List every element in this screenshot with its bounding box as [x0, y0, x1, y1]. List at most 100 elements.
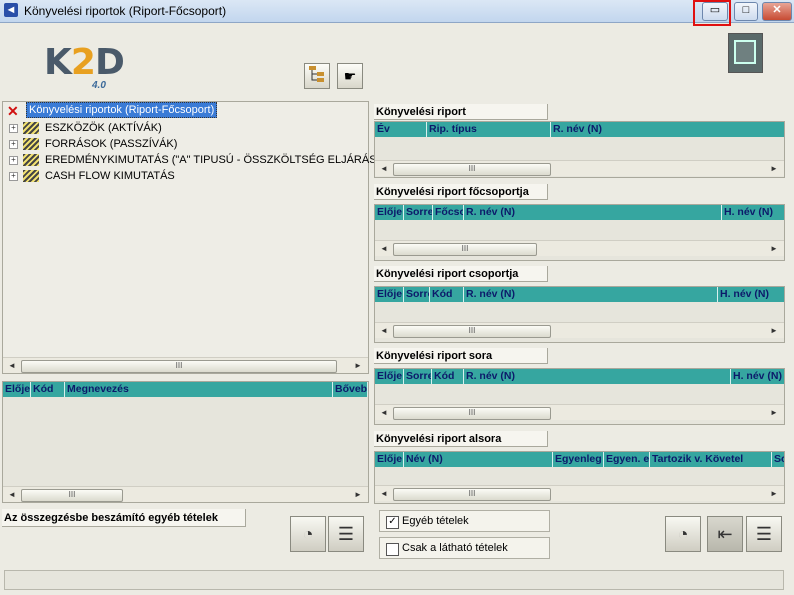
scroll-left-icon[interactable]: ◄	[377, 324, 391, 338]
logo-version: 4.0	[92, 80, 106, 91]
column-header[interactable]: Elője	[375, 369, 404, 384]
scroll-thumb[interactable]: III	[21, 489, 123, 502]
grid-scrollbar[interactable]: ◄ III ►	[375, 485, 784, 501]
report-grid[interactable]: Elője Sorre Főcso R. név (N) H. név (N) …	[374, 204, 785, 261]
column-header[interactable]: Év	[375, 122, 427, 137]
scroll-right-icon[interactable]: ►	[767, 487, 781, 501]
export-icon	[734, 40, 756, 64]
scroll-left-icon[interactable]: ◄	[377, 162, 391, 176]
scroll-thumb[interactable]: III	[393, 488, 551, 501]
column-header[interactable]: Sorre	[404, 205, 433, 220]
expand-icon[interactable]: +	[9, 156, 18, 165]
column-header[interactable]: R. név (N)	[551, 122, 784, 137]
report-grid[interactable]: Elője Sorre Kód R. név (N) H. név (N) ◄ …	[374, 368, 785, 425]
maximize-button[interactable]: □	[734, 2, 758, 21]
list-left-button[interactable]: ⇤	[707, 516, 743, 552]
expand-icon[interactable]: +	[9, 124, 18, 133]
scroll-thumb[interactable]: III	[393, 325, 551, 338]
column-header[interactable]: Kód	[430, 287, 464, 302]
other-items-row[interactable]: ✓ Egyéb tételek	[379, 510, 550, 532]
list-right-button[interactable]: ☰	[746, 516, 782, 552]
items-grid[interactable]: Elője Kód Megnevezés Bőveb ◄ III ►	[2, 381, 369, 503]
column-header[interactable]: Egyen. e	[604, 452, 650, 467]
grid-scrollbar[interactable]: ◄ III ►	[375, 322, 784, 338]
list-arrows-icon: ☰	[755, 524, 773, 544]
visible-items-checkbox[interactable]	[386, 543, 399, 556]
column-header[interactable]: Sc	[772, 452, 784, 467]
close-x-icon[interactable]: ✕	[7, 104, 19, 118]
scroll-right-icon[interactable]: ►	[351, 488, 365, 502]
grid-scrollbar[interactable]: ◄ III ►	[375, 404, 784, 420]
report-grid[interactable]: Év Rip. típus R. név (N) ◄ III ►	[374, 121, 785, 178]
scroll-left-icon[interactable]: ◄	[5, 359, 19, 373]
column-header[interactable]: R. név (N)	[464, 205, 722, 220]
column-header[interactable]: Főcso	[433, 205, 464, 220]
tree-item-label: CASH FLOW KIMUTATÁS	[45, 170, 175, 182]
column-header[interactable]: Tartozik v. Követel	[650, 452, 772, 467]
column-header[interactable]: H. név (N)	[731, 369, 784, 384]
scroll-thumb[interactable]: III	[393, 243, 537, 256]
visible-items-label: Csak a látható tételek	[402, 542, 508, 554]
tree-view-button[interactable]	[304, 63, 330, 89]
report-tree[interactable]: ✕ Könyvelési riportok (Riport-Főcsoport)…	[2, 101, 391, 374]
scroll-left-icon[interactable]: ◄	[377, 406, 391, 420]
column-header[interactable]: Elője	[3, 382, 31, 397]
column-header[interactable]: Név (N)	[404, 452, 553, 467]
column-header[interactable]: Rip. típus	[427, 122, 551, 137]
list-button[interactable]: ☰	[328, 516, 364, 552]
scroll-left-icon[interactable]: ◄	[377, 487, 391, 501]
report-grid[interactable]: Elője Sorre Kód R. név (N) H. név (N) ◄ …	[374, 286, 785, 343]
report-group-icon	[23, 122, 39, 134]
tree-root-label[interactable]: Könyvelési riportok (Riport-Főcsoport)	[26, 102, 218, 118]
gauge-button-right[interactable]: ◔	[665, 516, 701, 552]
tree-structure-icon	[309, 66, 324, 82]
list-arrows-icon: ☰	[337, 524, 355, 544]
column-header[interactable]: Kód	[432, 369, 464, 384]
grid-scrollbar[interactable]: ◄ III ►	[3, 486, 368, 502]
column-header[interactable]: R. név (N)	[464, 369, 731, 384]
title-bar: ◄ Könyvelési riportok (Riport-Főcsoport)…	[0, 0, 794, 23]
other-items-label: Egyéb tételek	[402, 515, 469, 527]
column-header[interactable]: Elője	[375, 205, 404, 220]
column-header[interactable]: H. név (N)	[722, 205, 784, 220]
scroll-thumb[interactable]: III	[393, 163, 551, 176]
scroll-right-icon[interactable]: ►	[767, 162, 781, 176]
scroll-right-icon[interactable]: ►	[351, 359, 365, 373]
scroll-left-icon[interactable]: ◄	[377, 242, 391, 256]
gauge-icon: ◔	[677, 524, 689, 544]
app-back-icon[interactable]: ◄	[4, 3, 18, 17]
report-grid[interactable]: Elője Név (N) Egyenleg Egyen. e Tartozik…	[374, 451, 785, 504]
grid-scrollbar[interactable]: ◄ III ►	[375, 240, 784, 256]
scroll-thumb[interactable]: III	[21, 360, 337, 373]
gauge-icon: ◔	[302, 524, 314, 544]
highlight-box	[693, 0, 731, 26]
column-header[interactable]: Kód	[31, 382, 65, 397]
pointer-button[interactable]: ☛	[337, 63, 363, 89]
export-button[interactable]	[728, 33, 763, 73]
expand-icon[interactable]: +	[9, 140, 18, 149]
tree-scrollbar[interactable]: ◄ III ►	[3, 357, 368, 373]
scroll-right-icon[interactable]: ►	[767, 242, 781, 256]
other-items-checkbox[interactable]: ✓	[386, 516, 399, 529]
column-header[interactable]: H. név (N)	[718, 287, 784, 302]
column-header[interactable]: Egyenleg	[553, 452, 604, 467]
column-header[interactable]: Elője	[375, 287, 404, 302]
scroll-right-icon[interactable]: ►	[767, 406, 781, 420]
gauge-button[interactable]: ◔	[290, 516, 326, 552]
scroll-thumb[interactable]: III	[393, 407, 551, 420]
tree-item-label: FORRÁSOK (PASSZÍVÁK)	[45, 138, 178, 150]
column-header[interactable]: R. név (N)	[464, 287, 718, 302]
column-header[interactable]: Sorre	[404, 369, 432, 384]
expand-icon[interactable]: +	[9, 172, 18, 181]
scroll-right-icon[interactable]: ►	[767, 324, 781, 338]
scroll-left-icon[interactable]: ◄	[5, 488, 19, 502]
close-button[interactable]: ✕	[762, 2, 792, 21]
status-bar	[4, 570, 784, 590]
column-header[interactable]: Megnevezés	[65, 382, 333, 397]
column-header[interactable]: Bőveb	[333, 382, 368, 397]
hand-pointer-icon: ☛	[343, 68, 357, 84]
column-header[interactable]: Elője	[375, 452, 404, 467]
grid-scrollbar[interactable]: ◄ III ►	[375, 160, 784, 176]
visible-items-row[interactable]: Csak a látható tételek	[379, 537, 550, 559]
column-header[interactable]: Sorre	[404, 287, 430, 302]
